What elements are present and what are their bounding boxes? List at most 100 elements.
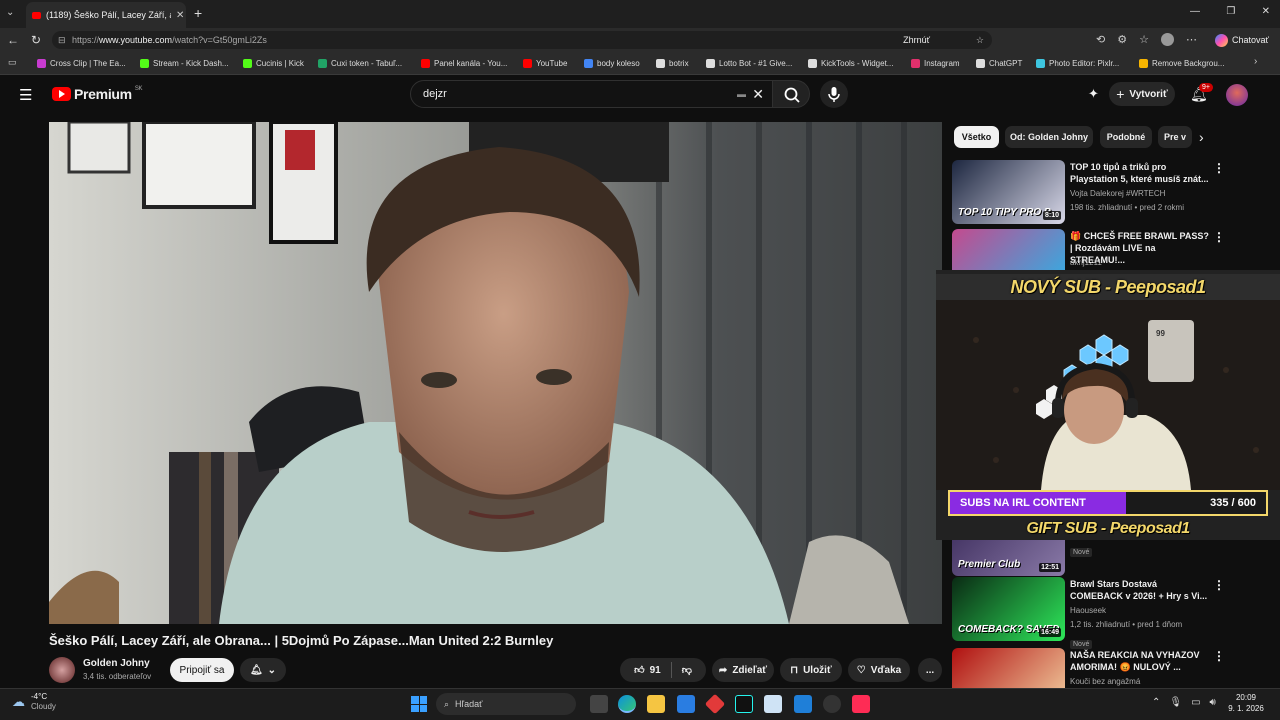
tab-actions-icon[interactable]: ⌄ — [6, 7, 20, 21]
filter-chip[interactable]: Pre v — [1158, 126, 1192, 148]
bookmark-item[interactable]: body koleso — [584, 57, 640, 70]
gamepad-icon[interactable]: ✦ — [1088, 86, 1099, 102]
copilot-button[interactable]: Chatovať — [1215, 31, 1269, 49]
clear-search-icon[interactable]: ✕ — [752, 86, 764, 103]
url-field[interactable]: ⊟ https://www.youtube.com/watch?v=Gt50gm… — [52, 31, 992, 49]
like-button[interactable]: 👍︎ 91 — [634, 664, 661, 677]
extensions-icon[interactable]: ⟲ — [1096, 33, 1105, 46]
tiktok-icon[interactable] — [735, 695, 753, 713]
notepad-icon[interactable] — [764, 695, 782, 713]
favorite-star-icon[interactable]: ☆ — [976, 35, 984, 46]
bookmark-item[interactable]: KickTools - Widget... — [808, 57, 893, 70]
settings-icon[interactable]: ⚙ — [1117, 33, 1127, 46]
more-options-icon[interactable]: ⋮ — [1213, 649, 1225, 663]
account-avatar[interactable] — [1226, 84, 1248, 106]
video-player[interactable] — [49, 122, 942, 624]
filter-chip[interactable]: Od: Golden Johny — [1005, 126, 1093, 148]
voice-search-button[interactable] — [820, 80, 848, 108]
maximize-icon[interactable]: ❐ — [1226, 6, 1235, 17]
bookmark-favicon-icon — [706, 59, 715, 68]
create-button[interactable]: + Vytvoriť — [1109, 82, 1175, 106]
more-actions-button[interactable]: ... — [918, 658, 942, 682]
collections-icon[interactable]: ☆ — [1139, 33, 1149, 46]
task-view-icon[interactable] — [590, 695, 608, 713]
bookmark-item[interactable]: Cross Clip | The Ea... — [37, 57, 126, 70]
file-explorer-icon[interactable] — [647, 695, 665, 713]
weather-widget[interactable]: ☁ -4°C Cloudy — [12, 692, 56, 712]
weather-desc: Cloudy — [31, 702, 56, 711]
recommendation-channel[interactable]: Haouseek — [1070, 605, 1210, 616]
summarize-button[interactable]: Zhrnúť — [903, 35, 930, 45]
save-button[interactable]: ⊓ Uložiť — [780, 658, 842, 682]
video-thumbnail[interactable]: COMEBACK? SAVED 16:49 — [952, 577, 1065, 641]
start-button[interactable] — [411, 696, 427, 712]
bookmark-item[interactable]: Remove Backgrou... — [1139, 57, 1224, 70]
speaker-icon[interactable]: 🔊︎ — [1210, 697, 1216, 708]
bookmark-item[interactable]: Cucinis | Kick — [243, 57, 304, 70]
bookmark-label: Cross Clip | The Ea... — [50, 59, 126, 68]
photos-icon[interactable] — [794, 695, 812, 713]
youtube-logo[interactable]: Premium SK — [52, 86, 143, 102]
tab-close-icon[interactable]: ✕ — [176, 10, 184, 21]
filter-chip[interactable]: Všetko — [954, 126, 999, 148]
hamburger-menu-icon[interactable]: ☰ — [19, 86, 32, 104]
bookmark-item[interactable]: Photo Editor: Pixlr... — [1036, 57, 1119, 70]
more-options-icon[interactable]: ⋮ — [1213, 578, 1225, 592]
bookmark-item[interactable]: Lotto Bot - #1 Give... — [706, 57, 792, 70]
clock-time: 20:09 — [1235, 693, 1257, 702]
recommendation-title[interactable]: NAŠA REAKCIA NA VYHAZOV AMORIMA! 😡 NULOV… — [1070, 649, 1210, 673]
mic-tray-icon[interactable]: 🎙︎ — [1169, 697, 1182, 708]
search-button[interactable] — [772, 80, 810, 108]
keyboard-icon[interactable]: ▬ — [737, 89, 746, 99]
bookmark-label: YouTube — [536, 59, 568, 68]
recommendation-channel[interactable]: Vojta Dalekorej #WRTECH — [1070, 188, 1210, 199]
channel-avatar[interactable] — [49, 657, 75, 683]
channel-name[interactable]: Golden Johny — [83, 658, 150, 669]
close-window-icon[interactable]: ✕ — [1262, 6, 1270, 17]
recommendation-channel[interactable]: Kouči bez angažmá — [1070, 676, 1210, 687]
tiktok-live-icon[interactable] — [852, 695, 870, 713]
bookmark-item[interactable]: YouTube — [523, 57, 567, 70]
back-icon[interactable]: ← — [7, 33, 19, 47]
more-options-icon[interactable]: ⋮ — [1213, 161, 1225, 175]
url-host: www.youtube.com — [99, 35, 173, 45]
bookmarks-more-icon[interactable]: › — [1254, 56, 1257, 67]
join-button[interactable]: Pripojiť sa — [170, 658, 234, 682]
recommendation-title[interactable]: TOP 10 tipů a triků pro Playstation 5, k… — [1070, 161, 1210, 185]
notifications-button[interactable]: 🔔︎ 9+ — [1190, 83, 1213, 103]
edge-icon[interactable] — [618, 695, 636, 713]
more-menu-icon[interactable]: ⋯ — [1186, 33, 1197, 46]
store-icon[interactable] — [677, 695, 695, 713]
bookmark-item[interactable]: Panel kanála - You... — [421, 57, 507, 70]
bookmark-favicon-icon — [1139, 59, 1148, 68]
browser-tab[interactable]: (1189) Šeško Pálí, Lacey Září, ale O ✕ — [26, 2, 186, 28]
video-thumbnail[interactable]: TOP 10 TIPY PRO P 8:10 — [952, 160, 1065, 224]
bell-icon: 🔔︎ — [249, 664, 263, 676]
share-button[interactable]: ➦ Zdieľať — [712, 658, 774, 682]
thumbs-down-icon[interactable]: 👎︎ — [682, 664, 692, 676]
recommendation-channel[interactable]: akrij1211 — [1070, 257, 1210, 268]
thanks-button[interactable]: ♡ Vďaka — [848, 658, 910, 682]
obs-icon[interactable] — [823, 695, 841, 713]
bookmark-item[interactable]: botrix — [656, 57, 689, 70]
new-tab-button[interactable]: + — [194, 5, 202, 21]
reading-list-icon[interactable]: ▭ — [8, 57, 17, 68]
filter-chip[interactable]: Podobné — [1100, 126, 1152, 148]
search-input[interactable]: dejzr ▬ ✕ — [410, 80, 773, 108]
clock[interactable]: 20:09 9. 1. 2026 — [1222, 692, 1270, 714]
bookmark-item[interactable]: Stream - Kick Dash... — [140, 57, 229, 70]
site-info-icon[interactable]: ⊟ — [58, 35, 66, 46]
chips-next-icon[interactable]: › — [1199, 129, 1204, 145]
bookmark-item[interactable]: ChatGPT — [976, 57, 1022, 70]
more-options-icon[interactable]: ⋮ — [1213, 230, 1225, 244]
subscribe-bell-button[interactable]: 🔔︎ ⌄ — [240, 658, 286, 682]
minimize-icon[interactable]: — — [1190, 6, 1200, 17]
refresh-icon[interactable]: ↻ — [31, 33, 41, 47]
taskbar-search[interactable]: ⌕ Hľadať — [436, 693, 576, 715]
bookmark-item[interactable]: Cuxi token - Tabuľ... — [318, 57, 402, 70]
bookmark-item[interactable]: Instagram — [911, 57, 960, 70]
profile-avatar[interactable] — [1160, 33, 1174, 46]
recommendation-title[interactable]: Brawl Stars Dostavá COMEBACK v 2026! + H… — [1070, 578, 1210, 602]
display-icon[interactable]: ▭ — [1191, 697, 1200, 708]
tray-chevron-icon[interactable]: ⌃ — [1152, 697, 1160, 708]
